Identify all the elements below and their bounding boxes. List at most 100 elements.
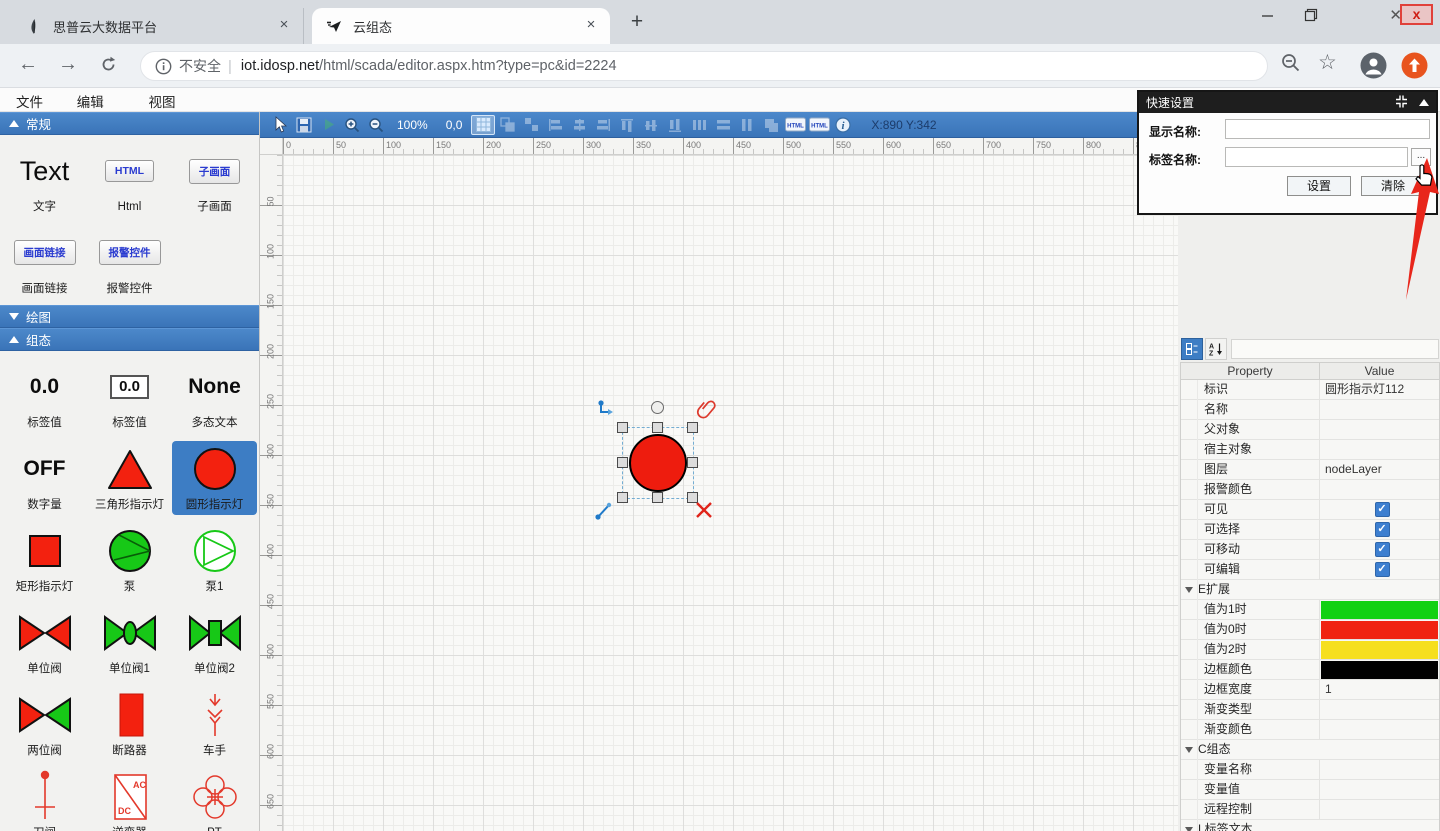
property-row[interactable]: 父对象 [1181, 420, 1439, 440]
attach-paperclip-icon[interactable] [696, 398, 718, 427]
rotate-handle[interactable] [651, 401, 664, 414]
categorized-view-icon[interactable] [1181, 338, 1203, 360]
property-row[interactable]: 变量值 [1181, 780, 1439, 800]
align-top-icon[interactable] [615, 115, 639, 135]
palette-item[interactable]: 三角形指示灯 [87, 441, 172, 515]
bookmark-star-icon[interactable]: ☆ [1318, 50, 1337, 75]
property-value[interactable] [1320, 600, 1439, 619]
align-bottom-icon[interactable] [663, 115, 687, 135]
checkbox-checked-icon[interactable]: ✓ [1375, 562, 1390, 577]
align-left-icon[interactable] [543, 115, 567, 135]
zoom-in-icon[interactable] [340, 115, 364, 135]
distribute-h-icon[interactable] [687, 115, 711, 135]
property-section-row[interactable]: L标签文本 [1181, 820, 1439, 831]
zoom-out-icon[interactable] [364, 115, 388, 135]
property-value[interactable] [1320, 700, 1439, 719]
quick-settings-header[interactable]: 快速设置 [1139, 92, 1436, 113]
browser-update-icon[interactable] [1401, 52, 1428, 79]
set-button[interactable]: 设置 [1287, 176, 1351, 196]
property-value[interactable]: 1 [1320, 680, 1439, 699]
property-value[interactable]: ✓ [1320, 560, 1439, 579]
property-value[interactable] [1320, 400, 1439, 419]
new-tab-button[interactable]: + [624, 10, 650, 36]
palette-item[interactable]: 圆形指示灯 [172, 441, 257, 515]
property-row[interactable]: 渐变类型 [1181, 700, 1439, 720]
property-section-row[interactable]: C组态 [1181, 740, 1439, 760]
property-row[interactable]: 标识圆形指示灯112 [1181, 380, 1439, 400]
same-size-icon[interactable] [759, 115, 783, 135]
align-right-icon[interactable] [591, 115, 615, 135]
window-minimize-icon[interactable] [1256, 6, 1278, 24]
property-row[interactable]: 变量名称 [1181, 760, 1439, 780]
palette-item[interactable]: 0.0标签值 [2, 359, 87, 433]
browser-tab-inactive[interactable]: 思普云大数据平台 × [12, 8, 304, 44]
export-html2-icon[interactable]: HTML [807, 115, 831, 135]
property-row[interactable]: 名称 [1181, 400, 1439, 420]
palette-item[interactable]: 单位阀 [2, 605, 87, 679]
property-value[interactable]: ✓ [1320, 520, 1439, 539]
align-center-icon[interactable] [567, 115, 591, 135]
color-swatch[interactable] [1321, 641, 1438, 659]
property-value[interactable]: 圆形指示灯112 [1320, 380, 1439, 399]
palette-item[interactable]: 断路器 [87, 687, 172, 761]
palette-item[interactable]: 矩形指示灯 [2, 523, 87, 597]
palette-item[interactable]: PT [172, 769, 257, 831]
property-row[interactable]: 值为1时 [1181, 600, 1439, 620]
palette-item[interactable]: 泵1 [172, 523, 257, 597]
palette-item[interactable]: 车手 [172, 687, 257, 761]
back-icon[interactable]: ← [18, 53, 38, 76]
profile-avatar[interactable] [1360, 52, 1387, 79]
url-omnibox[interactable]: 不安全 | iot.idosp.net /html/scada/editor.a… [140, 51, 1268, 81]
property-value[interactable] [1320, 800, 1439, 819]
palette-item[interactable]: ACDC逆变器 [87, 769, 172, 831]
clear-button[interactable]: 清除 [1361, 176, 1425, 196]
checkbox-checked-icon[interactable]: ✓ [1375, 522, 1390, 537]
property-value[interactable] [1320, 620, 1439, 639]
group-icon[interactable] [495, 115, 519, 135]
ungroup-icon[interactable] [519, 115, 543, 135]
tag-name-input[interactable] [1225, 147, 1408, 167]
property-row[interactable]: 图层nodeLayer [1181, 460, 1439, 480]
property-value[interactable] [1320, 780, 1439, 799]
tag-browse-more-button[interactable]: ... [1411, 148, 1431, 166]
property-row[interactable]: 可见✓ [1181, 500, 1439, 520]
menu-file[interactable]: 文件 [16, 91, 43, 111]
palette-item[interactable]: 0.0标签值 [87, 359, 172, 433]
same-width-icon[interactable] [711, 115, 735, 135]
palette-item[interactable]: 报警控件报警控件 [87, 225, 172, 299]
property-value[interactable] [1320, 480, 1439, 499]
property-row[interactable]: 远程控制 [1181, 800, 1439, 820]
design-canvas[interactable] [283, 155, 1178, 831]
property-row[interactable]: 宿主对象 [1181, 440, 1439, 460]
export-html-icon[interactable]: HTML [783, 115, 807, 135]
property-row[interactable]: 可移动✓ [1181, 540, 1439, 560]
property-row[interactable]: 可编辑✓ [1181, 560, 1439, 580]
palette-item[interactable]: OFF数字量 [2, 441, 87, 515]
color-swatch[interactable] [1321, 661, 1438, 679]
checkbox-checked-icon[interactable]: ✓ [1375, 502, 1390, 517]
site-info-icon[interactable] [155, 58, 172, 75]
property-row[interactable]: 值为0时 [1181, 620, 1439, 640]
alphabetical-sort-icon[interactable]: AZ [1205, 338, 1227, 360]
resize-handle-e[interactable] [687, 457, 698, 468]
connector-link-icon[interactable] [597, 399, 617, 424]
palette-item[interactable]: 单位阀1 [87, 605, 172, 679]
tab-close-icon[interactable]: × [275, 17, 293, 35]
palette-section-header[interactable]: 绘图 [0, 305, 259, 328]
property-value[interactable] [1320, 760, 1439, 779]
property-value[interactable]: ✓ [1320, 500, 1439, 519]
align-middle-icon[interactable] [639, 115, 663, 135]
property-value[interactable]: nodeLayer [1320, 460, 1439, 479]
property-value[interactable]: ✓ [1320, 540, 1439, 559]
property-row[interactable]: 边框宽度1 [1181, 680, 1439, 700]
property-section-row[interactable]: E扩展 [1181, 580, 1439, 600]
same-height-icon[interactable] [735, 115, 759, 135]
property-row[interactable]: 值为2时 [1181, 640, 1439, 660]
zoom-out-page-icon[interactable] [1280, 52, 1302, 74]
menu-view[interactable]: 视图 [149, 91, 176, 111]
property-filter-field[interactable] [1231, 339, 1439, 359]
resize-handle-w[interactable] [617, 457, 628, 468]
property-value[interactable] [1320, 420, 1439, 439]
property-value[interactable] [1320, 720, 1439, 739]
palette-item[interactable]: 子画面子画面 [172, 143, 257, 217]
